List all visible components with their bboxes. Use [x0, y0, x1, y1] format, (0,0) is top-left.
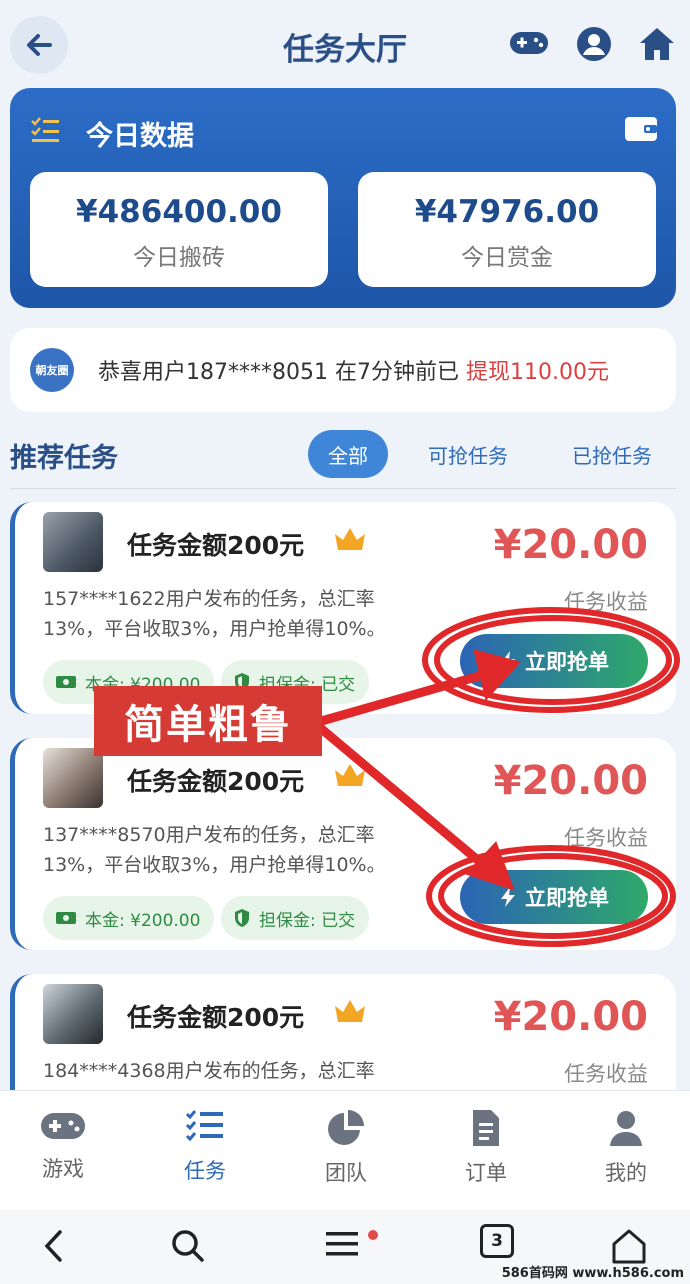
crown-icon — [335, 764, 365, 786]
notice-banner: 朝友圈 恭喜用户187****8051 在7分钟前已 提现110.00元 — [10, 328, 676, 412]
crown-icon — [335, 528, 365, 550]
browser-search-button[interactable] — [170, 1228, 206, 1268]
stat-label: 今日赏金 — [461, 245, 553, 271]
tab-team[interactable]: 团队 — [296, 1109, 396, 1187]
pie-chart-icon — [328, 1110, 364, 1145]
task-card: 任务金额200元 ¥20.00 任务收益 157****1622用户发布的任务，… — [10, 502, 676, 714]
tab-game[interactable]: 游戏 — [13, 1109, 113, 1183]
lightning-icon — [501, 651, 515, 671]
notification-dot — [368, 1230, 378, 1240]
home-outline-icon — [612, 1229, 646, 1264]
wallet-button[interactable] — [624, 114, 658, 146]
promo-label: 简单粗鲁 — [94, 686, 322, 756]
filter-tab-grabbed[interactable]: 已抢任务 — [572, 430, 652, 478]
avatar — [43, 512, 103, 572]
avatar — [43, 748, 103, 808]
notice-text: 恭喜用户187****8051 在7分钟前已 提现110.00元 — [98, 354, 609, 386]
stat-label: 今日搬砖 — [133, 245, 225, 271]
tab-label: 团队 — [325, 1161, 367, 1185]
browser-menu-button[interactable] — [324, 1228, 360, 1264]
task-description: 157****1622用户发布的任务，总汇率13%，平台收取3%，用户抢单得10… — [43, 588, 386, 640]
task-title: 任务金额200元 — [127, 531, 305, 560]
notice-logo-icon: 朝友圈 — [30, 348, 74, 392]
crown-icon — [335, 1000, 365, 1022]
cash-icon — [56, 676, 76, 688]
section-title: 推荐任务 — [10, 443, 118, 474]
stat-today-bounty: ¥47976.00 今日赏金 — [358, 172, 656, 287]
stat-today-brick: ¥486400.00 今日搬砖 — [30, 172, 328, 287]
stat-value: ¥486400.00 — [76, 194, 282, 230]
gamepad-icon — [510, 32, 548, 54]
principal-text: 本金: ¥200.00 — [85, 910, 201, 931]
divider — [10, 488, 676, 489]
tab-label: 我的 — [605, 1161, 647, 1185]
tab-orders[interactable]: 订单 — [436, 1109, 536, 1187]
task-income-label: 任务收益 — [564, 590, 648, 614]
tab-label: 订单 — [465, 1161, 507, 1185]
stat-value: ¥47976.00 — [414, 194, 600, 230]
avatar — [43, 984, 103, 1044]
tab-mine[interactable]: 我的 — [576, 1109, 676, 1187]
tab-tasks[interactable]: 任务 — [155, 1109, 255, 1185]
wallet-icon — [625, 117, 657, 141]
tasks-icon — [185, 1110, 223, 1142]
task-title: 任务金额200元 — [127, 767, 305, 796]
home-icon — [640, 28, 674, 60]
document-icon — [473, 1110, 499, 1146]
gamepad-icon — [41, 1113, 85, 1139]
stats-title: 今日数据 — [86, 121, 194, 152]
grab-order-button[interactable]: 立即抢单 — [460, 634, 648, 688]
lightning-icon — [501, 887, 515, 907]
game-button[interactable] — [508, 26, 550, 64]
task-income-label: 任务收益 — [564, 1062, 648, 1086]
task-card: 任务金额200元 ¥20.00 任务收益 137****8570用户发布的任务，… — [10, 738, 676, 950]
task-price: ¥20.00 — [493, 522, 648, 568]
menu-icon — [326, 1232, 358, 1256]
task-description: 137****8570用户发布的任务，总汇率13%，平台收取3%，用户抢单得10… — [43, 824, 386, 876]
tab-label: 任务 — [184, 1159, 226, 1183]
grab-order-button[interactable]: 立即抢单 — [460, 870, 648, 924]
tabs-count: 3 — [491, 1231, 503, 1251]
profile-button[interactable] — [576, 26, 612, 66]
checklist-icon — [31, 117, 59, 142]
grab-order-label: 立即抢单 — [525, 886, 609, 910]
task-title: 任务金额200元 — [127, 1003, 305, 1032]
user-circle-icon — [577, 27, 611, 61]
task-price: ¥20.00 — [493, 994, 648, 1040]
shield-icon — [235, 909, 249, 927]
notice-message: 恭喜用户187****8051 在7分钟前已 — [98, 360, 466, 385]
user-icon — [610, 1111, 642, 1146]
task-income-label: 任务收益 — [564, 826, 648, 850]
search-icon — [172, 1230, 204, 1262]
cash-icon — [56, 912, 76, 924]
watermark: 586首码网 www.h586.com — [501, 1266, 684, 1281]
tab-label: 游戏 — [42, 1157, 84, 1181]
today-stats-card: 今日数据 ¥486400.00 今日搬砖 ¥47976.00 今日赏金 — [10, 88, 676, 308]
chevron-left-icon — [44, 1230, 62, 1262]
header-bar: 任务大厅 — [0, 0, 690, 90]
filter-tab-all[interactable]: 全部 — [308, 430, 388, 478]
task-price: ¥20.00 — [493, 758, 648, 804]
task-description: 184****4368用户发布的任务，总汇率 — [43, 1060, 375, 1082]
grab-order-label: 立即抢单 — [525, 650, 609, 674]
bottom-tab-bar: 游戏 任务 团队 订单 我的 — [0, 1090, 690, 1210]
principal-tag: 本金: ¥200.00 — [43, 896, 215, 940]
deposit-tag: 担保金: 已交 — [221, 896, 370, 940]
filter-tab-available[interactable]: 可抢任务 — [428, 430, 508, 478]
browser-back-button[interactable] — [42, 1228, 66, 1268]
home-button[interactable] — [638, 26, 676, 66]
browser-tabs-button[interactable]: 3 — [480, 1224, 514, 1258]
deposit-text: 担保金: 已交 — [259, 910, 356, 931]
notice-amount: 提现110.00元 — [465, 360, 609, 385]
